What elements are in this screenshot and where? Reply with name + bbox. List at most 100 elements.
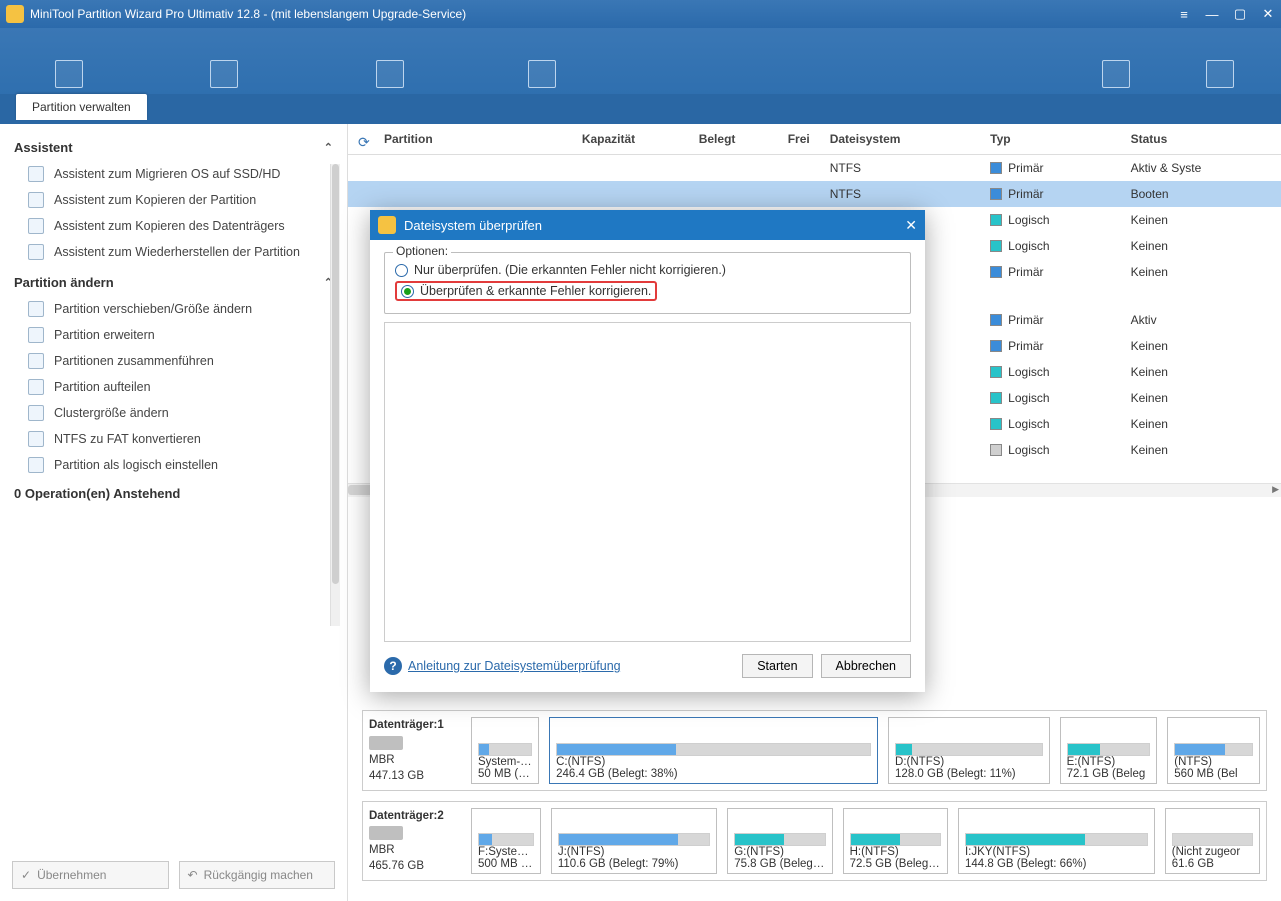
type-label: Logisch xyxy=(1008,443,1049,457)
chevron-up-icon: ⌃ xyxy=(324,141,333,154)
type-color-icon xyxy=(990,392,1002,404)
sidebar-item[interactable]: Clustergröße ändern xyxy=(0,400,347,426)
close-icon[interactable]: ✕ xyxy=(1261,6,1275,22)
partition-label: F:System-re xyxy=(478,846,534,858)
type-color-icon xyxy=(990,444,1002,456)
option-check-only[interactable]: Nur überprüfen. (Die erkannten Fehler ni… xyxy=(395,261,900,279)
partition-block[interactable]: E:(NTFS)72.1 GB (Beleg xyxy=(1060,717,1158,783)
sidebar-item[interactable]: Partition erweitern xyxy=(0,322,347,348)
type-label: Logisch xyxy=(1008,417,1049,431)
menu-icon[interactable]: ≡ xyxy=(1177,7,1191,22)
app-logo-icon xyxy=(6,5,24,23)
status-cell: Keinen xyxy=(1121,437,1281,463)
status-cell: Keinen xyxy=(1121,259,1281,285)
partition-label: C:(NTFS) xyxy=(556,756,871,768)
column-header[interactable]: Dateisystem xyxy=(820,124,980,155)
table-row[interactable]: NTFSPrimärBooten xyxy=(348,181,1281,207)
sidebar-item[interactable]: Partition als logisch einstellen xyxy=(0,452,347,478)
type-label: Primär xyxy=(1008,187,1043,201)
column-header[interactable]: Frei xyxy=(745,124,819,155)
status-cell: Aktiv & Syste xyxy=(1121,155,1281,182)
dialog-titlebar: Dateisystem überprüfen ✕ xyxy=(370,210,925,240)
partition-block[interactable]: (NTFS)560 MB (Bel xyxy=(1167,717,1260,783)
toolbar-icon xyxy=(1206,60,1234,88)
type-label: Logisch xyxy=(1008,213,1049,227)
sidebar-item[interactable]: NTFS zu FAT konvertieren xyxy=(0,426,347,452)
cancel-button[interactable]: Abbrechen xyxy=(821,654,911,678)
partition-label: E:(NTFS) xyxy=(1067,756,1151,768)
dialog-log-area xyxy=(384,322,911,642)
partition-block[interactable]: G:(NTFS)75.8 GB (Belegt: 5 xyxy=(727,808,832,874)
partition-sub: 72.5 GB (Belegt: 5 xyxy=(850,858,941,870)
partition-block[interactable]: D:(NTFS)128.0 GB (Belegt: 11%) xyxy=(888,717,1050,783)
sidebar-item[interactable]: Assistent zum Wiederherstellen der Parti… xyxy=(0,239,347,265)
sidebar-scrollbar[interactable] xyxy=(330,164,340,626)
sidebar-item-label: NTFS zu FAT konvertieren xyxy=(54,432,201,446)
partition-sub: 61.6 GB xyxy=(1172,858,1253,870)
partition-block[interactable]: H:(NTFS)72.5 GB (Belegt: 5 xyxy=(843,808,948,874)
sidebar-item[interactable]: Partition aufteilen xyxy=(0,374,347,400)
dialog-close-icon[interactable]: ✕ xyxy=(905,217,917,234)
disk-scheme: MBR xyxy=(369,752,461,768)
tab-bar: Partition verwalten xyxy=(0,94,1281,124)
column-header[interactable]: Belegt xyxy=(645,124,745,155)
fs-cell: NTFS xyxy=(820,181,980,207)
title-bar: MiniTool Partition Wizard Pro Ultimativ … xyxy=(0,0,1281,28)
options-legend: Optionen: xyxy=(393,244,451,258)
status-cell: Keinen xyxy=(1121,333,1281,359)
disk-icon xyxy=(369,826,403,840)
partition-sub: 72.1 GB (Beleg xyxy=(1067,768,1151,780)
type-color-icon xyxy=(990,188,1002,200)
partition-block[interactable]: I:JKY(NTFS)144.8 GB (Belegt: 66%) xyxy=(958,808,1155,874)
sidebar-item[interactable]: Assistent zum Kopieren der Partition xyxy=(0,187,347,213)
sidebar-item-icon xyxy=(28,166,44,182)
undo-button[interactable]: ↶Rückgängig machen xyxy=(179,861,336,889)
status-cell: Aktiv xyxy=(1121,307,1281,333)
table-row[interactable]: NTFSPrimärAktiv & Syste xyxy=(348,155,1281,182)
sidebar-item-icon xyxy=(28,301,44,317)
sidebar-item[interactable]: Assistent zum Migrieren OS auf SSD/HD xyxy=(0,161,347,187)
sidebar-item-label: Partitionen zusammenführen xyxy=(54,354,214,368)
minimize-icon[interactable]: — xyxy=(1205,7,1219,22)
sidebar-group-header[interactable]: Partition ändern⌃ xyxy=(0,265,347,296)
radio-checked-icon[interactable] xyxy=(401,285,414,298)
tab-partition-manage[interactable]: Partition verwalten xyxy=(16,94,147,120)
partition-label: I:JKY(NTFS) xyxy=(965,846,1148,858)
start-button[interactable]: Starten xyxy=(742,654,812,678)
status-cell: Keinen xyxy=(1121,207,1281,233)
column-header[interactable]: Status xyxy=(1121,124,1281,155)
column-header[interactable]: Kapazität xyxy=(515,124,645,155)
partition-block[interactable]: F:System-re500 MB (Bel xyxy=(471,808,541,874)
column-header[interactable]: Typ xyxy=(980,124,1120,155)
sidebar-item-icon xyxy=(28,192,44,208)
option-check-and-fix[interactable]: Überprüfen & erkannte Fehler korrigieren… xyxy=(395,281,657,301)
status-cell: Keinen xyxy=(1121,359,1281,385)
partition-label: System-res xyxy=(478,756,532,768)
radio-icon[interactable] xyxy=(395,264,408,277)
sidebar-item[interactable]: Partition verschieben/Größe ändern xyxy=(0,296,347,322)
type-color-icon xyxy=(990,340,1002,352)
sidebar-item[interactable]: Partitionen zusammenführen xyxy=(0,348,347,374)
partition-label: (NTFS) xyxy=(1174,756,1253,768)
type-color-icon xyxy=(990,240,1002,252)
help-icon: ? xyxy=(384,657,402,675)
toolbar-icon xyxy=(1102,60,1130,88)
toolbar-icon xyxy=(376,60,404,88)
sidebar-item-icon xyxy=(28,457,44,473)
help-link[interactable]: ? Anleitung zur Dateisystemüberprüfung xyxy=(384,657,621,675)
type-color-icon xyxy=(990,366,1002,378)
refresh-icon[interactable]: ⟳ xyxy=(358,134,374,150)
partition-block[interactable]: System-res50 MB (Bel xyxy=(471,717,539,783)
partition-block[interactable]: J:(NTFS)110.6 GB (Belegt: 79%) xyxy=(551,808,717,874)
partition-label: G:(NTFS) xyxy=(734,846,825,858)
partition-block[interactable]: (Nicht zugeor61.6 GB xyxy=(1165,808,1260,874)
partition-block[interactable]: C:(NTFS)246.4 GB (Belegt: 38%) xyxy=(549,717,878,783)
type-color-icon xyxy=(990,162,1002,174)
maximize-icon[interactable]: ▢ xyxy=(1233,6,1247,22)
sidebar-group-header[interactable]: Assistent⌃ xyxy=(0,130,347,161)
sidebar-item[interactable]: Assistent zum Kopieren des Datenträgers xyxy=(0,213,347,239)
partition-sub: 110.6 GB (Belegt: 79%) xyxy=(558,858,710,870)
apply-button[interactable]: ✓Übernehmen xyxy=(12,861,169,889)
sidebar-item-label: Assistent zum Kopieren der Partition xyxy=(54,193,256,207)
sidebar-item-icon xyxy=(28,218,44,234)
